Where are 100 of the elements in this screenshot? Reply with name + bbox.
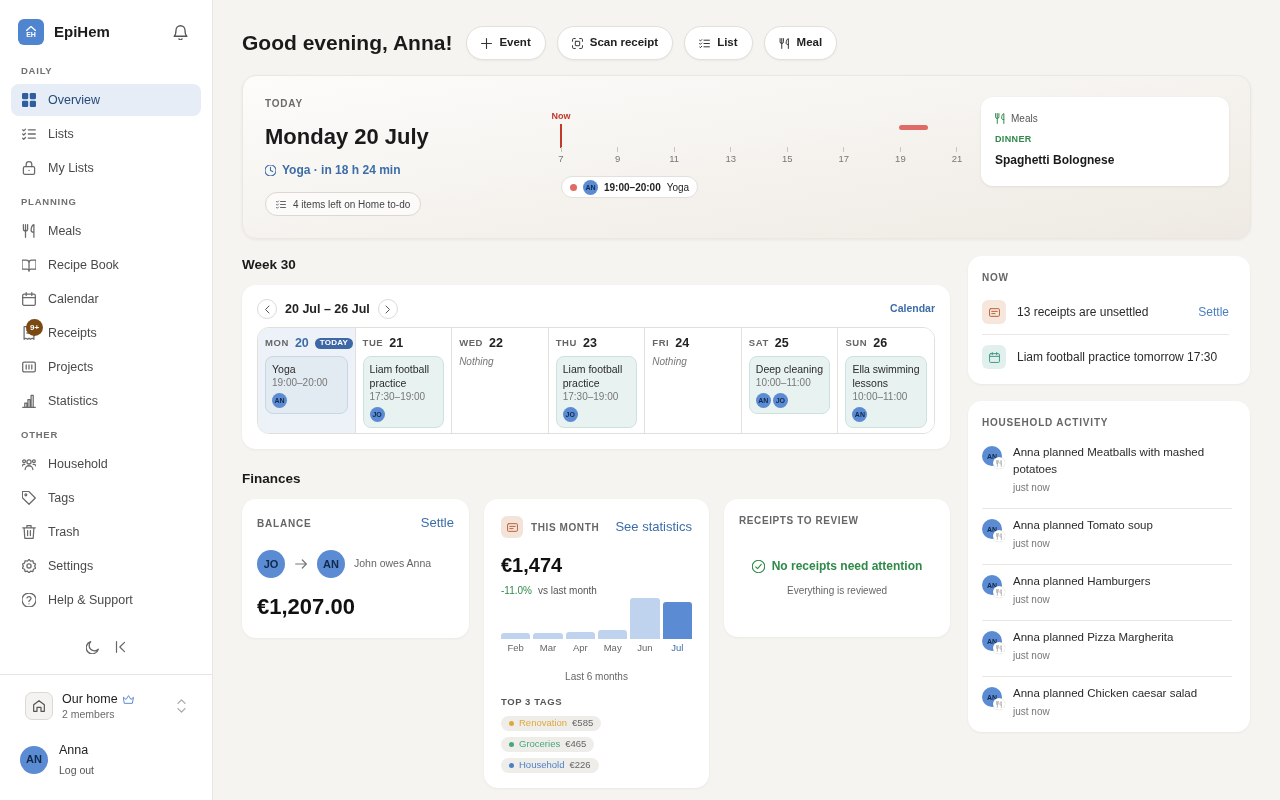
now-marker: [560, 124, 562, 148]
activity-text: Anna planned Hamburgers: [1013, 574, 1151, 589]
chevron-left-icon: [264, 304, 270, 314]
nav-item[interactable]: Recipe Book: [11, 249, 201, 281]
nav-item[interactable]: Calendar: [11, 283, 201, 315]
weekday-label: SAT: [748, 335, 769, 350]
event-time: 10:00–11:00: [852, 390, 909, 404]
nav-item[interactable]: Household: [11, 448, 201, 480]
activity-time: just now: [1013, 481, 1051, 495]
collapse-icon[interactable]: [115, 641, 126, 653]
quick-add-button[interactable]: Meal: [763, 26, 838, 60]
chevron-right-icon: [385, 304, 391, 314]
utensils-icon: [995, 113, 1005, 124]
change-text: vs last month: [537, 584, 597, 598]
meals-card[interactable]: Meals DINNER Spaghetti Bolognese: [981, 97, 1229, 186]
logout-link[interactable]: Log out: [59, 764, 95, 777]
hour-label: 21: [951, 153, 963, 164]
tag-icon: [22, 491, 36, 505]
today-date: Monday 20 July: [265, 124, 429, 150]
grid-icon: [22, 93, 36, 107]
hour-label: 9: [614, 153, 621, 164]
nav-item[interactable]: My Lists: [11, 152, 201, 184]
crown-icon: [122, 694, 134, 704]
calendar-link[interactable]: Calendar: [890, 301, 935, 317]
utensils-icon: [778, 37, 790, 49]
weekday-label: FRI: [652, 335, 670, 350]
section-label: TODAY: [265, 97, 303, 111]
utensils-icon: [993, 698, 1005, 710]
next-event[interactable]: Yoga · in 18 h 24 min: [282, 163, 401, 177]
nav-item[interactable]: Lists: [11, 118, 201, 150]
avatar: JO: [257, 550, 285, 578]
count-badge: 9+: [26, 319, 43, 336]
checklist-icon: [22, 127, 36, 141]
day-number: 20: [294, 334, 309, 352]
bell-icon[interactable]: [173, 24, 188, 40]
month-label: May: [602, 642, 623, 654]
checklist-icon: [699, 37, 711, 49]
event-title: Liam football practice: [562, 362, 624, 390]
nav-item[interactable]: Meals: [11, 215, 201, 247]
tag-name: Household: [519, 758, 565, 773]
day-number: 22: [489, 334, 503, 352]
statistics-link[interactable]: See statistics: [615, 517, 692, 537]
nav-item[interactable]: Help & Support: [11, 584, 201, 616]
todo-chip[interactable]: 4 items left on Home to-do: [265, 192, 422, 216]
section-label: OTHER: [20, 427, 60, 442]
avatar: AN: [20, 745, 48, 774]
month-amount: €1,474: [501, 553, 564, 577]
hour-label: 19: [895, 153, 906, 164]
balance-amount: €1,207.00: [257, 594, 356, 620]
nav-item[interactable]: Projects: [11, 351, 201, 383]
nav-item[interactable]: 9+ Receipts: [11, 317, 201, 349]
chevrons-icon[interactable]: [177, 699, 186, 713]
quick-add-button[interactable]: Event: [466, 26, 546, 60]
month-label: Apr: [571, 642, 589, 654]
settle-link[interactable]: Settle: [1198, 303, 1229, 321]
event-title: Yoga: [272, 362, 297, 376]
event-bar[interactable]: [899, 125, 928, 130]
nav-item[interactable]: Settings: [11, 550, 201, 582]
quick-add-button[interactable]: Scan receipt: [556, 26, 674, 60]
section-heading: Week 30: [242, 256, 297, 274]
event-time: 19:00–20:00: [604, 180, 661, 195]
household-name[interactable]: Our home: [62, 691, 118, 707]
book-icon: [22, 258, 36, 272]
checklist-icon: [276, 199, 286, 209]
section-label: RECEIPTS TO REVIEW: [739, 514, 860, 528]
calendar-icon: [22, 292, 36, 306]
tag-name: Groceries: [519, 737, 561, 752]
nav-item[interactable]: Trash: [11, 516, 201, 548]
utensils-icon: [993, 586, 1005, 598]
activity-text: Anna planned Tomato soup: [1013, 518, 1153, 533]
dish-name: Spaghetti Bolognese: [995, 153, 1116, 168]
plus-icon: [481, 37, 493, 49]
day-number: 25: [774, 334, 789, 352]
event-title: Yoga: [666, 180, 690, 195]
roof-icon: [26, 25, 36, 31]
section-heading: Finances: [242, 470, 302, 488]
section-label: PLANNING: [20, 194, 78, 209]
help-icon: [22, 593, 36, 607]
moon-icon[interactable]: [86, 640, 99, 654]
activity-text: Anna planned Chicken caesar salad: [1013, 686, 1198, 701]
empty-day: Nothing: [459, 355, 541, 368]
arrow-right-icon: [295, 559, 307, 569]
settle-link[interactable]: Settle: [420, 513, 454, 533]
nav-item[interactable]: Overview: [11, 84, 201, 116]
home-icon: [25, 692, 53, 720]
bar-chart-icon: [22, 394, 36, 408]
quick-add-button[interactable]: List: [684, 26, 753, 60]
now-label: Now: [551, 111, 571, 122]
document-icon: [982, 300, 1006, 324]
settings-icon: [22, 559, 36, 573]
nav-item[interactable]: Statistics: [11, 385, 201, 417]
now-item-text: 13 receipts are unsettled: [1017, 304, 1149, 321]
weekday-label: THU: [555, 335, 577, 350]
member-count: 2 members: [62, 707, 116, 721]
weekday-label: WED: [459, 335, 483, 350]
clock-icon: [265, 164, 276, 176]
calendar-icon: [982, 345, 1006, 369]
nav-item[interactable]: Tags: [11, 482, 201, 514]
chart-caption: Last 6 months: [564, 671, 629, 683]
month-label: Mar: [538, 642, 558, 654]
